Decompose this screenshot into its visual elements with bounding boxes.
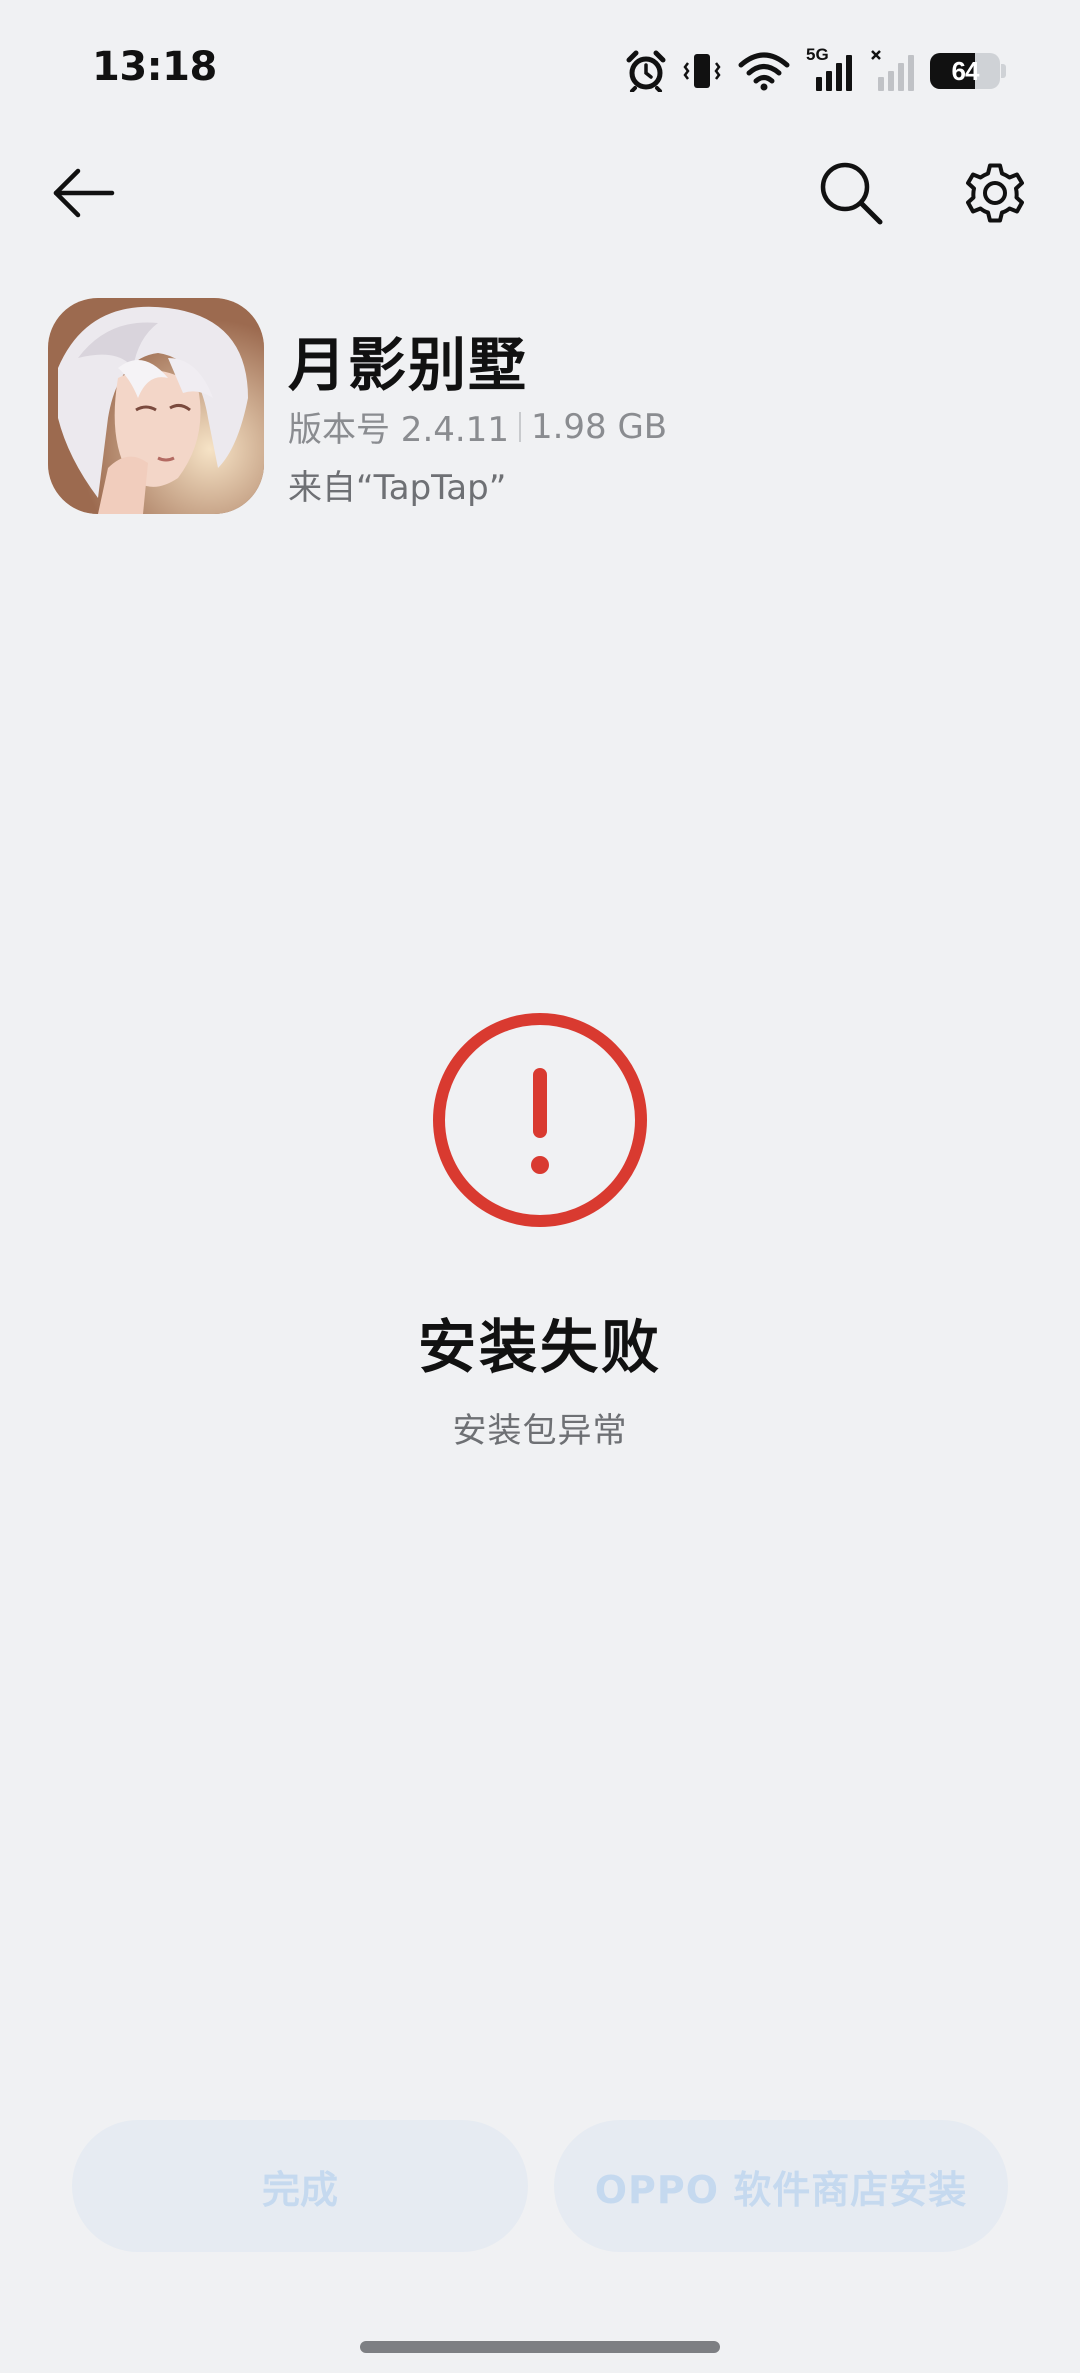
signal-no-service-icon (870, 49, 914, 93)
app-header: 月影别墅 版本号 2.4.11 1.98 GB 来自“TapTap” (48, 298, 1032, 518)
app-meta: 版本号 2.4.11 1.98 GB (288, 402, 667, 451)
alarm-icon (626, 50, 666, 92)
home-indicator[interactable] (360, 2341, 720, 2353)
status-time: 13:18 (92, 44, 217, 90)
app-icon (48, 298, 264, 514)
arrow-left-icon (48, 163, 118, 227)
app-artwork (48, 298, 264, 514)
bottom-actions: 完成 OPPO 软件商店安装 (72, 2120, 1008, 2252)
signal-5g-icon: 5G (806, 45, 854, 93)
back-button[interactable] (38, 150, 128, 240)
app-source: 来自“TapTap” (288, 468, 507, 508)
wifi-icon (738, 51, 790, 91)
status-title: 安装失败 (417, 1313, 662, 1381)
status-subtitle: 安装包异常 (452, 1411, 628, 1451)
status-bar: 13:18 5G 64 (0, 0, 1080, 140)
oppo-store-install-button[interactable]: OPPO 软件商店安装 (554, 2120, 1008, 2252)
battery-level: 64 (951, 55, 980, 86)
battery-icon: 64 (930, 53, 1006, 89)
meta-divider (518, 411, 521, 442)
settings-button[interactable] (950, 150, 1040, 240)
app-size: 1.98 GB (530, 406, 668, 447)
search-icon (816, 158, 886, 232)
status-icons: 5G 64 (626, 45, 1006, 96)
done-button[interactable]: 完成 (72, 2120, 528, 2252)
gear-icon (959, 157, 1031, 233)
error-exclamation-icon (430, 1010, 650, 1230)
install-status: 安装失败 安装包异常 (0, 1010, 1080, 1460)
top-action-bar (0, 150, 1080, 250)
vibrate-icon (682, 51, 722, 91)
app-name: 月影别墅 (288, 331, 529, 399)
app-version: 版本号 2.4.11 (288, 410, 509, 450)
search-button[interactable] (806, 150, 896, 240)
